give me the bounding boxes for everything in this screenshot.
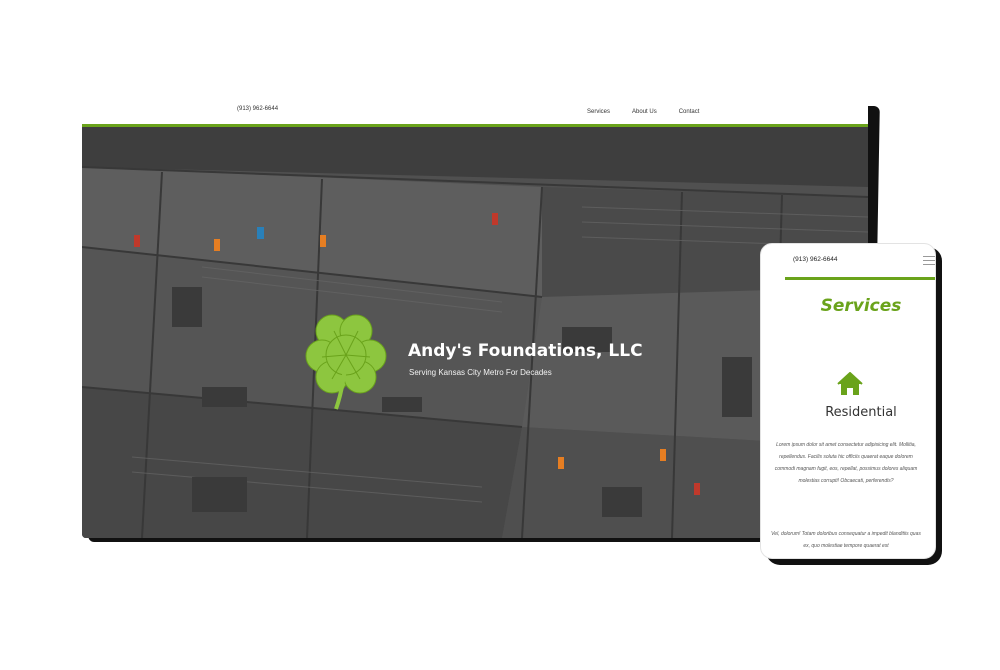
nav-services[interactable]: Services [587,109,610,115]
desktop-screen: (913) 962-6644 Services About Us Contact [82,100,868,538]
hero-section: Andy's Foundations, LLC Serving Kansas C… [82,127,868,538]
nav-contact[interactable]: Contact [679,109,700,115]
house-icon [837,371,863,401]
nav-about-us[interactable]: About Us [632,109,657,115]
mobile-screen: (913) 962-6644 Services Residential Lore… [760,243,936,559]
mobile-phone-number[interactable]: (913) 962-6644 [793,256,837,263]
residential-title: Residential [825,405,897,420]
hero-subtitle: Serving Kansas City Metro For Decades [409,368,552,377]
hero-title: Andy's Foundations, LLC [408,341,643,361]
hamburger-menu-icon[interactable] [923,256,935,268]
residential-description: Lorem ipsum dolor sit amet consectetur a… [774,442,918,484]
hero-background-image [82,127,868,538]
desktop-header: (913) 962-6644 Services About Us Contact [82,100,868,124]
mobile-accent-line [785,277,935,280]
header-nav: Services About Us Contact [587,109,699,115]
header-phone-number[interactable]: (913) 962-6644 [237,106,278,112]
desktop-mockup: (913) 962-6644 Services About Us Contact [82,100,880,542]
mobile-mockup: (913) 962-6644 Services Residential Lore… [760,243,944,565]
services-heading: Services [820,296,902,316]
residential-description-2: Vel, dolorum! Totam doloribus consequatu… [771,531,921,549]
